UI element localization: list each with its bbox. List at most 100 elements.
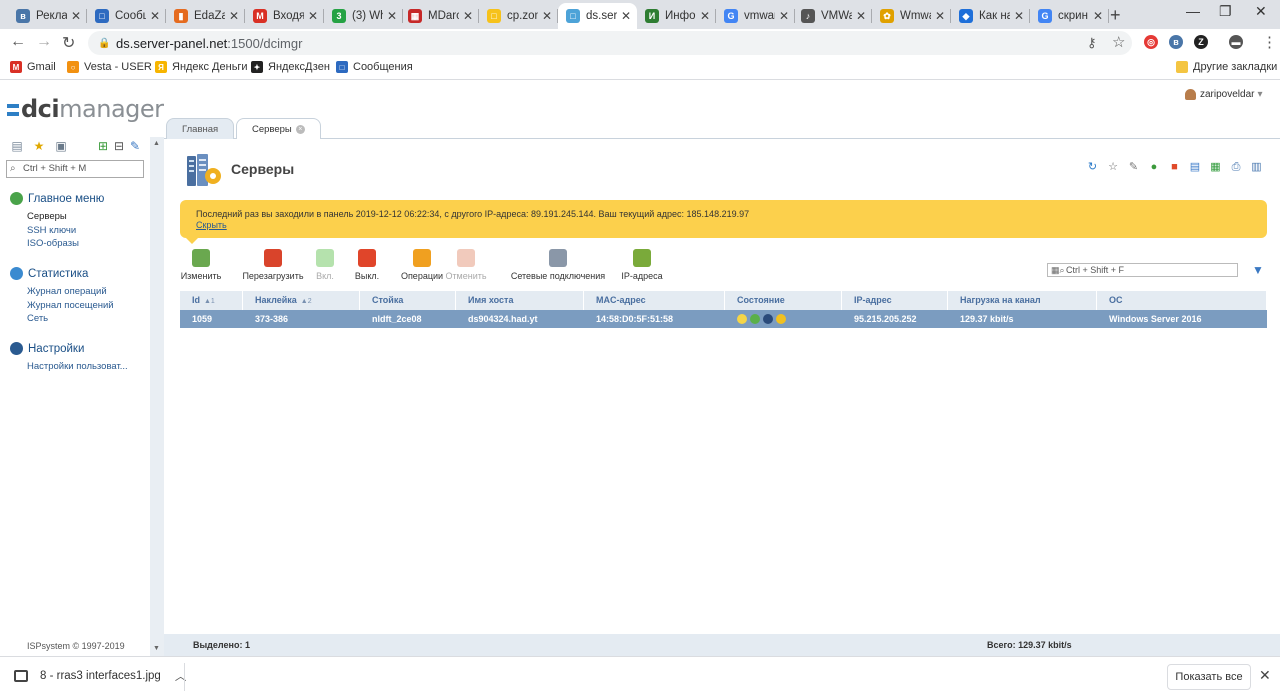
download-item[interactable]: 8 - rras3 interfaces1.jpg ︿ [14,668,186,684]
close-tab-icon[interactable]: ✕ [856,9,866,23]
sidebar-scrollbar[interactable]: ▲ ▼ [150,137,164,656]
password-key-icon[interactable]: ⚷ [1087,35,1097,51]
column-header[interactable]: Нагрузка на канал [948,291,1097,310]
extension-icon[interactable]: ◎ [1144,35,1158,49]
sidebar-item[interactable]: Настройки пользоват... [27,361,128,372]
bookmark-item[interactable]: ○ Vesta - USER [67,61,152,73]
sidebar-tool-icon[interactable]: ★ [32,139,46,153]
close-tab-icon[interactable]: ✕ [542,9,552,23]
other-bookmarks[interactable]: Другие закладки [1176,61,1277,73]
page-action-icon[interactable]: ↻ [1086,161,1099,174]
browser-tab[interactable]: 3 (3) Wh ✕ [324,3,403,29]
bookmark-item[interactable]: M Gmail [10,61,56,73]
column-header[interactable]: IP-адрес [842,291,948,310]
toolbar-button[interactable]: Выкл. [352,249,382,281]
tab-main[interactable]: Главная [166,118,235,139]
column-header[interactable]: MAC-адрес [584,291,725,310]
page-action-icon[interactable]: ▦ [1209,161,1222,174]
browser-tab[interactable]: □ Сообщ ✕ [87,3,166,29]
close-tab-icon[interactable]: ✕ [463,9,473,23]
sidebar-search-input[interactable]: ⌕ Ctrl + Shift + M [6,160,144,178]
browser-tab[interactable]: ◆ Как на ✕ [951,3,1030,29]
toolbar-button[interactable]: Сетевые подключения [510,249,606,281]
sidebar-item[interactable]: Серверы [27,211,67,222]
column-header[interactable]: Стойка [360,291,456,310]
bookmark-star-icon[interactable]: ☆ [1112,33,1125,51]
browser-tab[interactable]: ▦ MDarc ✕ [400,3,479,29]
toolbar-button[interactable]: Операции [400,249,444,281]
toolbar-button[interactable]: Перезагрузить [242,249,304,281]
bookmark-item[interactable]: □ Сообщения [336,61,413,73]
forward-button[interactable]: → [36,33,52,51]
download-bar-close-icon[interactable]: ✕ [1259,667,1271,684]
page-action-icon[interactable]: ■ [1168,161,1181,174]
show-all-button[interactable]: Показать все [1167,664,1251,690]
scroll-up-icon[interactable]: ▲ [153,140,160,147]
column-header[interactable]: Наклейка ▲2 [243,291,360,310]
minimize-button[interactable]: — [1186,3,1200,19]
sidebar-item[interactable]: Журнал посещений [27,300,114,311]
sidebar-item[interactable]: Сеть [27,313,48,324]
browser-tab[interactable]: Gvmwar ✕ [716,3,795,29]
toolbar-button[interactable]: IP-адреса [619,249,665,281]
close-tab-icon[interactable]: ✕ [229,9,239,23]
page-action-icon[interactable]: ▥ [1250,161,1263,174]
close-tab-icon[interactable]: ✕ [308,9,318,23]
sidebar-section[interactable]: Главное меню [10,192,104,205]
browser-tab[interactable]: □ ds.ser ✕ [558,3,637,29]
column-header[interactable]: Id ▲1 [180,291,243,310]
close-tab-icon[interactable]: ✕ [779,9,789,23]
page-action-icon[interactable]: ☆ [1107,161,1120,174]
extension-icon[interactable]: Z [1194,35,1208,49]
column-header[interactable]: Имя хоста [456,291,584,310]
toolbar-button[interactable]: Вкл. [313,249,337,281]
browser-tab[interactable]: ♪ VMWa ✕ [793,3,872,29]
close-tab-icon[interactable]: ✕ [387,9,397,23]
scroll-down-icon[interactable]: ▼ [153,645,160,652]
banner-hide-link[interactable]: Скрыть [196,220,1267,231]
close-window-button[interactable]: ✕ [1255,3,1267,20]
bookmark-item[interactable]: Я Яндекс Деньги [155,61,248,73]
close-tab-icon[interactable]: ✕ [1093,9,1103,23]
sidebar-section[interactable]: Статистика [10,267,88,280]
sidebar-section[interactable]: Настройки [10,342,84,355]
browser-tab[interactable]: И Инфо ✕ [637,3,716,29]
sidebar-item[interactable]: SSH ключи [27,225,76,236]
sidebar-item[interactable]: ISO-образы [27,238,79,249]
filter-icon[interactable]: ▼ [1252,263,1264,277]
close-tab-icon[interactable]: ✕ [621,9,631,23]
extension-icon[interactable]: в [1169,35,1183,49]
sidebar-tool-icon[interactable]: ⊞ [96,139,110,153]
page-action-icon[interactable]: ▤ [1189,161,1202,174]
new-tab-button[interactable]: + [1110,5,1121,26]
toolbar-button[interactable]: Изменить [180,249,222,281]
sidebar-tool-icon[interactable]: ⊟ [112,139,126,153]
browser-tab[interactable]: Gскрин ✕ [1030,3,1109,29]
page-action-icon[interactable]: ● [1148,161,1161,174]
close-tab-icon[interactable]: ✕ [935,9,945,23]
close-tab-icon[interactable]: ✕ [1014,9,1024,23]
browser-tab[interactable]: M Входя ✕ [245,3,324,29]
browser-menu-icon[interactable]: ⋮ [1262,33,1277,51]
table-row[interactable]: 1059 373-386 nldft_2ce08 ds904324.had.yt 14:… [180,310,1267,328]
browser-tab[interactable]: ▮ EdaZa ✕ [166,3,245,29]
close-tab-icon[interactable]: ✕ [71,9,81,23]
sidebar-tool-icon[interactable]: ✎ [128,139,142,153]
column-header[interactable]: ОС [1097,291,1267,310]
close-tab-icon[interactable]: ✕ [700,9,710,23]
back-button[interactable]: ← [10,33,26,51]
sidebar-tool-icon[interactable]: ▤ [10,139,24,153]
tab-servers[interactable]: Серверы × [236,118,321,140]
close-tab-icon[interactable]: ✕ [150,9,160,23]
grid-search-input[interactable]: ▦⌕ Ctrl + Shift + F [1047,263,1238,277]
browser-tab[interactable]: ✿ Wmwa ✕ [872,3,951,29]
page-action-icon[interactable]: ⎙ [1230,161,1243,174]
toolbar-button[interactable]: Отменить [445,249,487,281]
sidebar-item[interactable]: Журнал операций [27,286,107,297]
maximize-button[interactable]: ❐ [1219,3,1232,20]
bookmark-item[interactable]: ✦ ЯндексДзен [251,61,330,73]
browser-tab[interactable]: в Реклам ✕ [8,3,87,29]
close-tab-icon[interactable]: × [295,124,305,134]
reload-button[interactable]: ↻ [62,33,75,53]
extension-icon[interactable]: ▬ [1229,35,1243,49]
